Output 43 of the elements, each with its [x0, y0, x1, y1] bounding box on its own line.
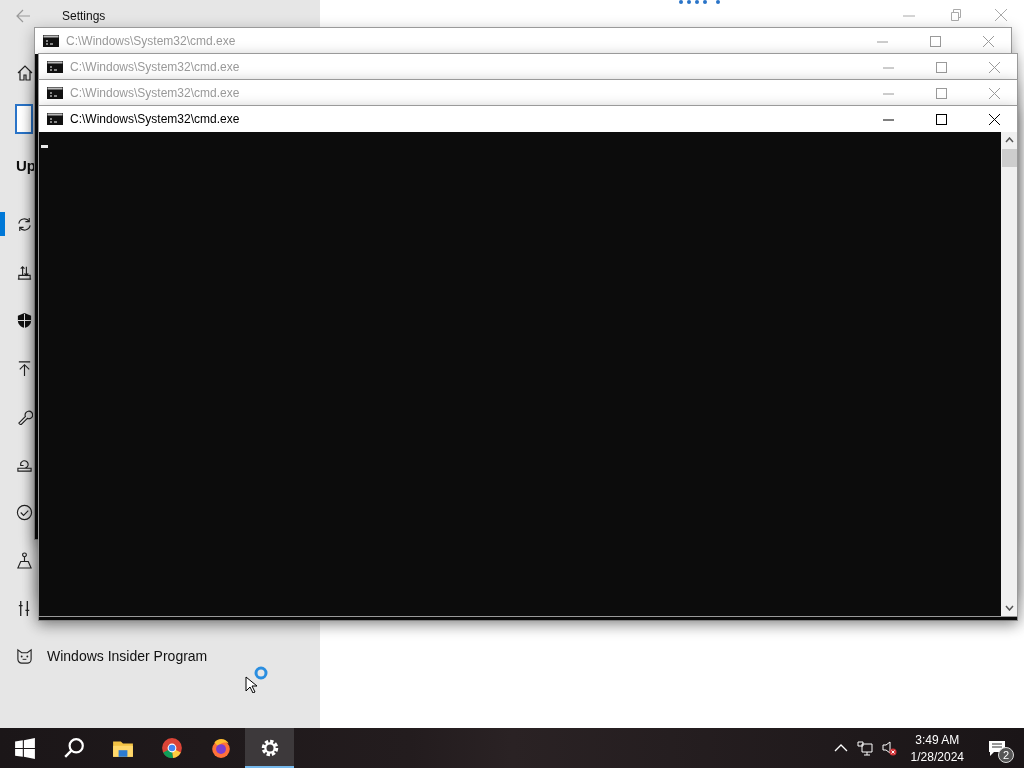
search-icon	[62, 737, 85, 759]
cat-face-icon	[16, 647, 33, 665]
console-app-icon	[43, 35, 59, 47]
text-cursor	[41, 145, 48, 148]
taskbar-button[interactable]	[245, 728, 294, 768]
scroll-down-icon[interactable]	[1004, 605, 1014, 611]
window-title: C:\Windows\System32\cmd.exe	[70, 112, 241, 126]
search-field[interactable]	[15, 104, 33, 134]
window-title: Settings	[62, 9, 106, 23]
close-icon	[982, 35, 994, 47]
window-title: C:\Windows\System32\cmd.exe	[70, 60, 241, 74]
shield-icon	[16, 311, 33, 329]
upload-tray-icon	[16, 263, 33, 281]
fox-browser-icon	[209, 737, 232, 759]
person-pin-icon	[16, 551, 33, 569]
windows-logo-icon	[13, 737, 36, 759]
notification-count: 2	[998, 747, 1014, 763]
scroll-thumb[interactable]	[1001, 149, 1017, 167]
console-app-icon	[47, 87, 63, 99]
check-circle-icon	[16, 503, 33, 521]
network-icon[interactable]	[856, 740, 873, 756]
sync-icon	[16, 215, 33, 233]
arrow-up-icon	[16, 359, 33, 377]
maximize-icon	[929, 35, 941, 47]
close-icon	[988, 87, 1000, 99]
window-title: C:\Windows\System32\cmd.exe	[70, 86, 241, 100]
muted-speaker-icon[interactable]	[880, 740, 897, 756]
maximize-icon	[935, 113, 947, 125]
sidebar-item[interactable]: Windows Insider Program	[0, 632, 212, 680]
console-app-icon	[47, 61, 63, 73]
scrollbar[interactable]	[1001, 132, 1017, 616]
close-icon	[988, 113, 1000, 125]
console-app-icon	[47, 113, 63, 125]
home-icon[interactable]	[16, 64, 34, 82]
clock[interactable]: 3:49 AM 1/28/2024	[904, 732, 970, 764]
scroll-up-icon[interactable]	[1004, 137, 1014, 143]
loading-dots-icon	[678, 0, 722, 5]
close-icon	[988, 61, 1000, 73]
notifications-button[interactable]: 2	[978, 728, 1016, 768]
browser-icon	[160, 737, 183, 759]
maximize-icon	[935, 87, 947, 99]
window-title: C:\Windows\System32\cmd.exe	[66, 34, 237, 48]
maximize-icon	[935, 61, 947, 73]
